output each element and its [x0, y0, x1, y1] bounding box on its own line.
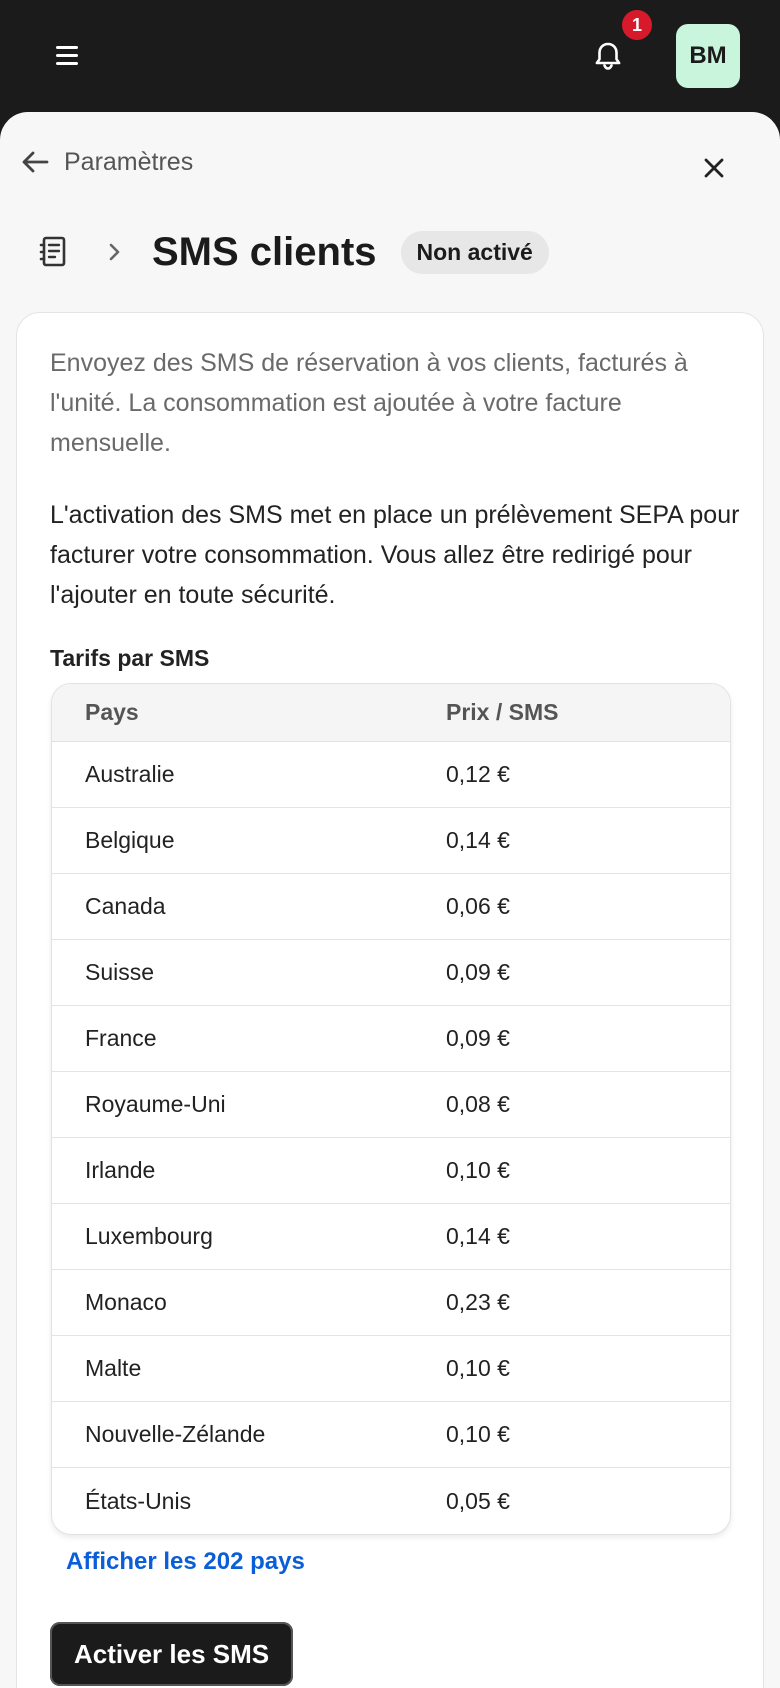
title-row: SMS clients Non activé — [38, 212, 549, 292]
table-row: Monaco 0,23 € — [52, 1270, 730, 1336]
table-row: Luxembourg 0,14 € — [52, 1204, 730, 1270]
price-cell: 0,06 € — [446, 893, 510, 919]
table-row: Irlande 0,10 € — [52, 1138, 730, 1204]
table-header: Pays Prix / SMS — [52, 684, 730, 742]
price-cell: 0,09 € — [446, 959, 510, 985]
menu-icon[interactable] — [48, 36, 88, 76]
price-cell: 0,09 € — [446, 1025, 510, 1051]
sms-card: Envoyez des SMS de réservation à vos cli… — [16, 312, 764, 1688]
price-cell: 0,14 € — [446, 1223, 510, 1249]
table-row: Australie 0,12 € — [52, 742, 730, 808]
country-cell: États-Unis — [85, 1487, 192, 1514]
country-cell: Canada — [85, 893, 166, 919]
country-cell: Luxembourg — [85, 1223, 213, 1249]
activate-sms-button[interactable]: Activer les SMS — [50, 1622, 294, 1686]
back-button[interactable]: Paramètres — [20, 140, 193, 184]
avatar[interactable]: BM — [676, 24, 740, 88]
settings-sheet: Paramètres SMS clients Non activé Envoye… — [0, 112, 780, 1688]
table-row: Suisse 0,09 € — [52, 940, 730, 1006]
status-badge: Non activé — [400, 230, 549, 274]
column-header-country: Pays — [85, 699, 139, 725]
show-all-countries-link[interactable]: Afficher les 202 pays — [66, 1548, 305, 1576]
tarifs-label: Tarifs par SMS — [50, 645, 210, 671]
table-row: Canada 0,06 € — [52, 874, 730, 940]
country-cell: Suisse — [85, 959, 155, 985]
pricing-table: Pays Prix / SMS Australie 0,12 € Belgique… — [51, 683, 731, 1535]
column-header-price: Prix / SMS — [446, 699, 559, 725]
table-row: Malte 0,10 € — [52, 1336, 730, 1402]
country-cell: Belgique — [85, 827, 175, 853]
country-cell: Malte — [85, 1355, 142, 1381]
arrow-left-icon — [22, 151, 49, 173]
country-cell: Nouvelle-Zélande — [85, 1421, 266, 1447]
back-label: Paramètres — [64, 147, 194, 176]
chevron-right-icon — [109, 243, 120, 261]
price-cell: 0,23 € — [446, 1289, 510, 1315]
table-row: Nouvelle-Zélande 0,10 € — [52, 1402, 730, 1468]
price-cell: 0,12 € — [446, 761, 510, 787]
country-cell: Irlande — [85, 1157, 156, 1183]
country-cell: Royaume-Uni — [85, 1091, 226, 1117]
notification-badge: 1 — [622, 10, 652, 40]
page-title: SMS clients — [152, 229, 377, 274]
bell-icon[interactable] — [586, 34, 630, 78]
price-cell: 0,10 € — [446, 1157, 510, 1183]
price-cell: 0,14 € — [446, 827, 510, 853]
price-cell: 0,08 € — [446, 1091, 510, 1117]
price-cell: 0,05 € — [446, 1487, 510, 1514]
country-cell: France — [85, 1025, 157, 1051]
description-text: Envoyez des SMS de réservation à vos cli… — [50, 349, 688, 457]
table-row: Royaume-Uni 0,08 € — [52, 1072, 730, 1138]
close-icon[interactable] — [696, 150, 732, 186]
table-row: États-Unis 0,05 € — [52, 1468, 730, 1534]
price-cell: 0,10 € — [446, 1421, 510, 1447]
country-cell: Australie — [85, 761, 175, 787]
country-cell: Monaco — [85, 1289, 167, 1315]
sepa-notice: L'activation des SMS met en place un pré… — [50, 501, 740, 609]
table-row: Belgique 0,14 € — [52, 808, 730, 874]
document-icon — [39, 236, 66, 267]
top-bar: 1 BM — [0, 0, 780, 112]
price-cell: 0,10 € — [446, 1355, 510, 1381]
table-row: France 0,09 € — [52, 1006, 730, 1072]
